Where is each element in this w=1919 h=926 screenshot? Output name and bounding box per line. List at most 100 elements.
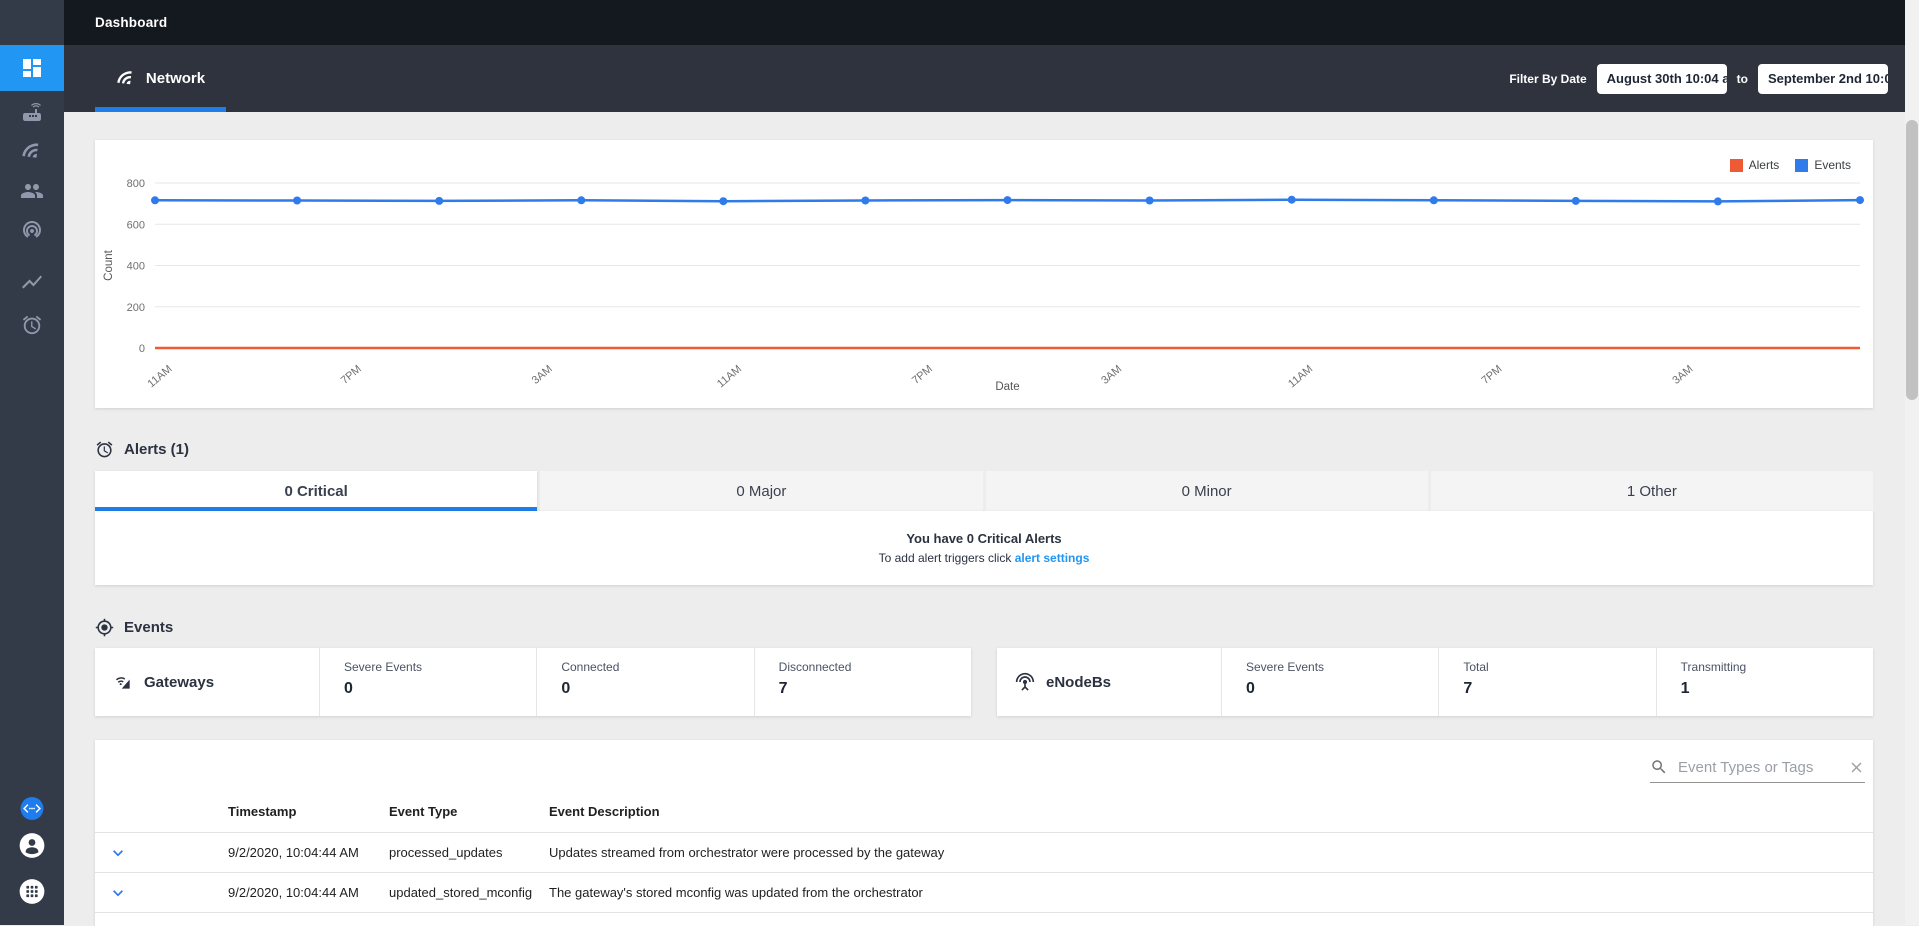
stat-value: 1 xyxy=(1681,680,1873,698)
alert-settings-link[interactable]: alert settings xyxy=(1015,551,1090,565)
svg-text:3AM: 3AM xyxy=(1099,363,1124,387)
gateway-cell-icon xyxy=(113,672,133,692)
svg-text:11AM: 11AM xyxy=(145,363,174,390)
stat-value: 7 xyxy=(779,680,971,698)
stat-severe-events: Severe Events 0 xyxy=(1222,648,1439,716)
date-to-input[interactable]: September 2nd 10:04 xyxy=(1758,64,1888,94)
active-tab-indicator xyxy=(95,107,226,112)
legend-item-alerts: Alerts xyxy=(1730,158,1780,172)
stat-label: Severe Events xyxy=(344,660,536,674)
tab-other-label: 1 Other xyxy=(1627,483,1677,500)
svg-text:3AM: 3AM xyxy=(1670,363,1695,387)
cell-event-type: updated_stored_mconfig xyxy=(389,885,549,900)
sidebar-item-subscribers[interactable] xyxy=(0,171,64,211)
alarm-icon xyxy=(95,440,114,459)
alerts-empty-title: You have 0 Critical Alerts xyxy=(906,531,1061,546)
column-timestamp: Timestamp xyxy=(228,804,389,819)
tab-network[interactable]: Network xyxy=(95,45,226,112)
column-event-description: Event Description xyxy=(549,804,1873,819)
alarm-icon xyxy=(21,314,43,336)
stat-label: Connected xyxy=(561,660,753,674)
search-input[interactable] xyxy=(1676,758,1840,777)
sidebar-item-metrics[interactable] xyxy=(0,262,64,302)
svg-text:400: 400 xyxy=(127,261,145,273)
stat-value: 0 xyxy=(344,680,536,698)
column-event-type: Event Type xyxy=(389,804,549,819)
tab-major[interactable]: 0 Major xyxy=(540,471,982,511)
dashboard-icon xyxy=(20,56,44,80)
stat-label: Disconnected xyxy=(779,660,971,674)
gateways-card-title: Gateways xyxy=(144,674,214,691)
svg-text:7PM: 7PM xyxy=(910,363,935,387)
gateways-card: Gateways Severe Events 0 Connected 0 Dis… xyxy=(95,648,971,716)
sidebar-item-dashboard[interactable] xyxy=(0,45,64,91)
legend-item-events: Events xyxy=(1795,158,1851,172)
events-table-card: Timestamp Event Type Event Description 9… xyxy=(95,740,1873,926)
svg-text:11AM: 11AM xyxy=(1286,363,1315,390)
stat-label: Transmitting xyxy=(1681,660,1873,674)
alerts-empty-hint: To add alert triggers click alert settin… xyxy=(879,551,1090,565)
stat-disconnected: Disconnected 7 xyxy=(755,648,971,716)
events-section-title: Events xyxy=(124,619,173,636)
apps-grid-button[interactable] xyxy=(19,878,46,905)
wifi-icon xyxy=(116,69,136,89)
svg-text:0: 0 xyxy=(139,343,145,355)
stat-total: Total 7 xyxy=(1439,648,1656,716)
table-row[interactable]: 9/2/2020, 10:04:44 AM processed_updates … xyxy=(95,833,1873,873)
alerts-section-title: Alerts (1) xyxy=(124,441,189,458)
stat-transmitting: Transmitting 1 xyxy=(1657,648,1873,716)
stat-value: 0 xyxy=(1246,680,1438,698)
account-circle-button[interactable] xyxy=(19,832,46,859)
sidebar-item-network[interactable] xyxy=(0,132,64,172)
network-dashboard: { "topbar": { "title": "Dashboard" }, "h… xyxy=(0,0,1919,925)
alerts-empty-state: You have 0 Critical Alerts To add alert … xyxy=(95,511,1873,585)
tab-minor-label: 0 Minor xyxy=(1182,483,1232,500)
expand-row-button[interactable] xyxy=(95,843,228,863)
sidebar-item-alarms[interactable] xyxy=(0,305,64,345)
stat-connected: Connected 0 xyxy=(537,648,754,716)
table-row[interactable]: 9/2/2020, 10:04:44 AM updated_stored_mco… xyxy=(95,873,1873,913)
svg-text:Date: Date xyxy=(995,381,1019,393)
events-search-box xyxy=(1650,752,1865,783)
cell-timestamp: 9/2/2020, 10:04:44 AM xyxy=(228,885,389,900)
tab-major-label: 0 Major xyxy=(736,483,786,500)
tab-other[interactable]: 1 Other xyxy=(1431,471,1873,511)
account-circle-icon xyxy=(19,832,46,859)
tab-critical[interactable]: 0 Critical xyxy=(95,471,537,511)
svg-text:600: 600 xyxy=(127,219,145,231)
table-header-row: Timestamp Event Type Event Description xyxy=(95,790,1873,833)
events-section-header: Events xyxy=(95,618,173,637)
my-location-icon xyxy=(95,618,114,637)
events-summary-row: Gateways Severe Events 0 Connected 0 Dis… xyxy=(95,648,1873,716)
expand-row-button[interactable] xyxy=(95,883,228,903)
network-wifi-icon xyxy=(21,141,43,163)
people-icon xyxy=(20,179,44,203)
clear-search-icon[interactable] xyxy=(1848,759,1865,776)
chart-legend: Alerts Events xyxy=(1730,158,1851,172)
stat-value: 7 xyxy=(1463,680,1655,698)
search-icon xyxy=(1650,758,1668,776)
enodebs-card-label: eNodeBs xyxy=(997,648,1222,716)
svg-text:7PM: 7PM xyxy=(1479,363,1504,387)
legend-swatch xyxy=(1795,159,1808,172)
chevron-down-icon xyxy=(108,883,128,903)
stat-label: Severe Events xyxy=(1246,660,1438,674)
svg-text:11AM: 11AM xyxy=(715,363,744,390)
scrollbar-thumb[interactable] xyxy=(1906,120,1918,400)
page-title: Dashboard xyxy=(95,15,167,30)
cell-event-description: Updates streamed from orchestrator were … xyxy=(549,845,1873,860)
network-tab-label: Network xyxy=(146,70,205,87)
sidebar-item-equipment[interactable] xyxy=(0,92,64,132)
enodebs-card-title: eNodeBs xyxy=(1046,674,1111,691)
apps-grid-icon xyxy=(19,878,46,905)
topbar: Dashboard xyxy=(64,0,1919,45)
tab-minor[interactable]: 0 Minor xyxy=(986,471,1428,511)
stat-label: Total xyxy=(1463,660,1655,674)
sidebar-item-traffic[interactable] xyxy=(0,210,64,250)
date-from-input[interactable]: August 30th 10:04 a xyxy=(1597,64,1727,94)
code-circle-button[interactable] xyxy=(20,796,45,821)
stat-value: 0 xyxy=(561,680,753,698)
date-range-to-label: to xyxy=(1737,72,1748,86)
cell-event-type: processed_updates xyxy=(389,845,549,860)
cell-event-description: The gateway's stored mconfig was updated… xyxy=(549,885,1873,900)
